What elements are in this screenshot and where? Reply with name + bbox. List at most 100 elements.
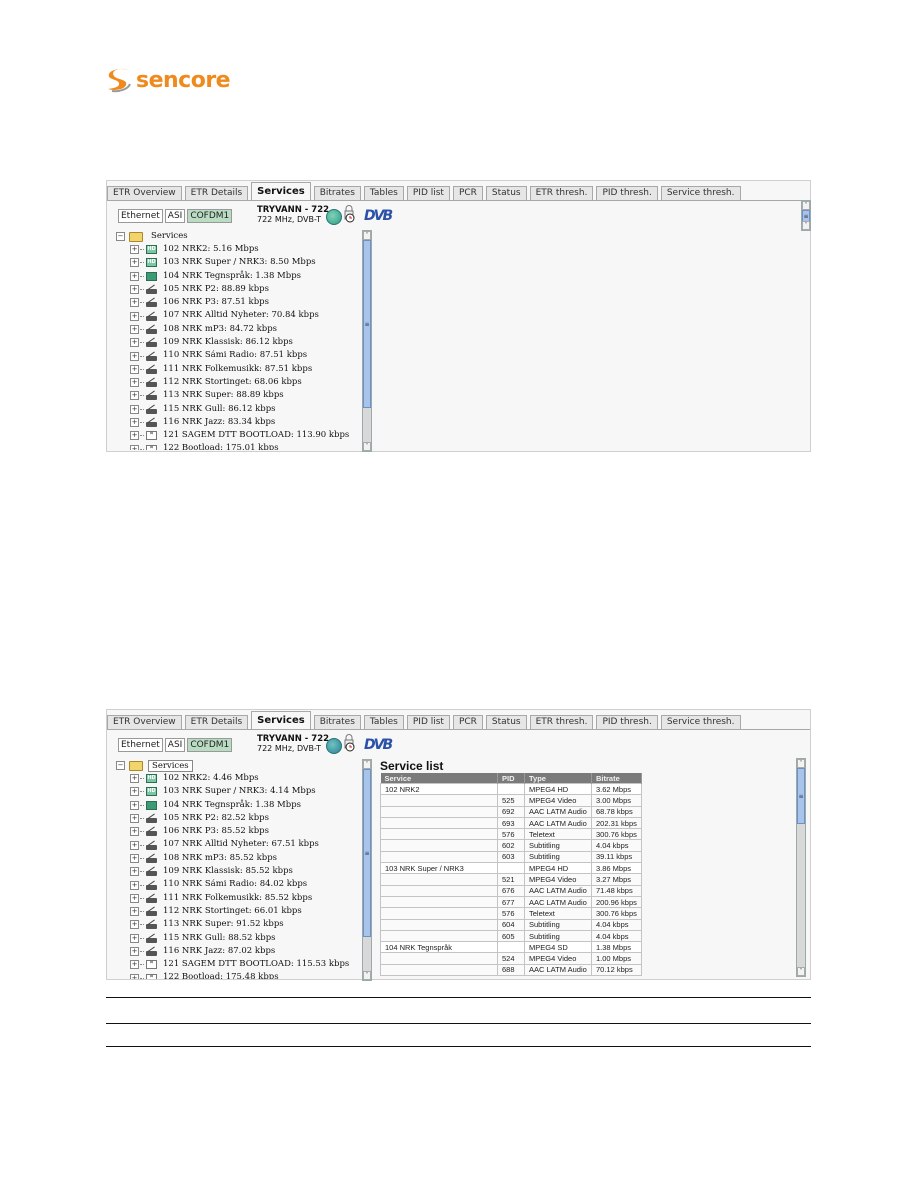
expand-icon[interactable]: + — [130, 391, 139, 401]
collapse-icon[interactable]: − — [116, 232, 125, 241]
expand-icon[interactable]: + — [130, 378, 139, 388]
tab-tables[interactable]: Tables — [363, 715, 404, 729]
column-header-type[interactable]: Type — [524, 773, 592, 784]
expand-icon[interactable]: + — [130, 880, 139, 890]
expand-icon[interactable]: + — [130, 827, 139, 837]
expand-icon[interactable]: + — [130, 933, 139, 943]
expand-icon[interactable]: + — [130, 418, 139, 427]
service-tree-item[interactable]: +112 NRK Stortinget: 68.06 kbps — [116, 376, 371, 389]
table-row[interactable]: 677 AAC LATM Audio 200.96 kbps — [380, 895, 642, 909]
tab-pid-thresh[interactable]: PID thresh. — [596, 186, 658, 200]
service-tree-item[interactable]: +105 NRK P2: 88.89 kbps — [116, 283, 371, 296]
service-tree-item[interactable]: +106 NRK P3: 87.51 kbps — [116, 296, 371, 309]
table-row[interactable]: 576 Teletext 300.76 kbps — [380, 907, 642, 920]
tab-status[interactable]: Status — [485, 715, 527, 729]
tab-bitrates[interactable]: Bitrates — [313, 715, 361, 729]
tab-etr-overview[interactable]: ETR Overview — [107, 186, 182, 200]
service-tree-item[interactable]: +112 NRK Stortinget: 66.01 kbps — [116, 905, 371, 918]
connection-button-ethernet[interactable]: Ethernet — [118, 738, 163, 752]
table-row[interactable]: 692 AAC LATM Audio 68.78 kbps — [380, 805, 642, 818]
expand-icon[interactable]: + — [130, 444, 139, 450]
table-row[interactable]: 103 NRK Super / NRK3 MPEG4 HD 3.86 Mbps — [380, 862, 642, 875]
column-header-bitrate[interactable]: Bitrate — [591, 773, 642, 784]
expand-icon[interactable]: + — [130, 920, 139, 930]
tab-etr-details[interactable]: ETR Details — [184, 186, 249, 200]
table-row[interactable]: 525 MPEG4 Video 3.00 Mbps — [380, 794, 642, 807]
scroll-thumb[interactable]: ≡ — [363, 769, 371, 937]
connection-button-ethernet[interactable]: Ethernet — [118, 209, 163, 223]
table-row[interactable]: 576 Teletext 300.76 kbps — [380, 828, 642, 841]
service-tree-item[interactable]: +115 NRK Gull: 88.52 kbps — [116, 932, 371, 945]
table-row[interactable]: 602 Subtitling 4.04 kbps — [380, 839, 642, 852]
expand-icon[interactable]: + — [130, 285, 139, 295]
table-row[interactable]: 604 Subtitling 4.04 kbps — [380, 918, 642, 931]
service-tree-item[interactable]: +116 NRK Jazz: 83.34 kbps — [116, 416, 371, 429]
connection-button-asi[interactable]: ASI — [164, 738, 186, 752]
tab-tables[interactable]: Tables — [363, 186, 404, 200]
tab-services[interactable]: Services — [251, 711, 311, 729]
scroll-down-icon[interactable]: ˅ — [802, 221, 810, 230]
expand-icon[interactable]: + — [130, 960, 139, 970]
collapse-icon[interactable]: − — [116, 761, 125, 770]
table-row[interactable]: 524 MPEG4 Video 1.00 Mbps — [380, 952, 642, 965]
expand-icon[interactable]: + — [130, 431, 139, 441]
tree-root[interactable]: − Services — [116, 230, 371, 243]
service-tree-item[interactable]: + HD 102 NRK2: 5.16 Mbps — [116, 243, 371, 256]
tree-scrollbar[interactable]: ˄ ≡ ˅ — [362, 759, 372, 981]
expand-icon[interactable]: + — [130, 324, 139, 334]
connection-button-cofdm1[interactable]: COFDM1 — [187, 209, 233, 223]
expand-icon[interactable]: + — [130, 311, 139, 321]
expand-icon[interactable]: + — [130, 338, 139, 348]
scroll-down-icon[interactable]: ˅ — [363, 442, 371, 451]
scroll-up-icon[interactable]: ˄ — [797, 759, 805, 768]
expand-icon[interactable]: + — [130, 351, 139, 361]
service-tree-item[interactable]: +109 NRK Klassisk: 85.52 kbps — [116, 865, 371, 878]
service-tree-item[interactable]: +111 NRK Folkemusikk: 87.51 kbps — [116, 363, 371, 376]
expand-icon[interactable]: + — [130, 404, 139, 414]
expand-icon[interactable]: + — [130, 800, 139, 810]
table-row[interactable]: 603 Subtitling 39.11 kbps — [380, 850, 642, 864]
expand-icon[interactable]: + — [130, 245, 139, 255]
connection-button-asi[interactable]: ASI — [164, 209, 186, 223]
service-tree-item[interactable]: + ⌗ 122 Bootload: 175.48 kbps — [116, 971, 371, 979]
expand-icon[interactable]: + — [130, 298, 139, 308]
service-tree-item[interactable]: +104 NRK Tegnspråk: 1.38 Mbps — [116, 799, 371, 812]
tab-pcr[interactable]: PCR — [452, 186, 483, 200]
right-pane-scrollbar[interactable]: ˄ ≡ ˅ — [801, 200, 811, 231]
tree-root[interactable]: − Services — [116, 759, 371, 772]
tab-status[interactable]: Status — [485, 186, 527, 200]
tab-pcr[interactable]: PCR — [452, 715, 483, 729]
expand-icon[interactable]: + — [130, 258, 139, 268]
service-tree-item[interactable]: + ⌗ 121 SAGEM DTT BOOTLOAD: 113.90 kbps — [116, 429, 371, 442]
tab-pid-list[interactable]: PID list — [406, 186, 450, 200]
expand-icon[interactable]: + — [130, 973, 139, 979]
service-tree-item[interactable]: + ⌗ 121 SAGEM DTT BOOTLOAD: 115.53 kbps — [116, 958, 371, 971]
expand-icon[interactable]: + — [130, 947, 139, 956]
column-header-pid[interactable]: PID — [497, 773, 525, 784]
service-tree-item[interactable]: +108 NRK mP3: 85.52 kbps — [116, 852, 371, 865]
expand-icon[interactable]: + — [130, 840, 139, 850]
service-tree-item[interactable]: +115 NRK Gull: 86.12 kbps — [116, 403, 371, 416]
scroll-down-icon[interactable]: ˅ — [363, 971, 371, 980]
scroll-up-icon[interactable]: ˄ — [802, 201, 810, 210]
service-tree-item[interactable]: +113 NRK Super: 91.52 kbps — [116, 918, 371, 931]
table-row[interactable]: 693 AAC LATM Audio 202.31 kbps — [380, 816, 642, 830]
table-row[interactable]: 676 AAC LATM Audio 71.48 kbps — [380, 884, 642, 897]
service-tree-item[interactable]: +107 NRK Alltid Nyheter: 70.84 kbps — [116, 309, 371, 322]
scroll-thumb[interactable]: ≡ — [797, 768, 805, 824]
service-tree-item[interactable]: +105 NRK P2: 82.52 kbps — [116, 812, 371, 825]
tab-pid-thresh[interactable]: PID thresh. — [596, 715, 658, 729]
service-tree-item[interactable]: +104 NRK Tegnspråk: 1.38 Mbps — [116, 270, 371, 283]
tab-etr-overview[interactable]: ETR Overview — [107, 715, 182, 729]
connection-button-cofdm1[interactable]: COFDM1 — [187, 738, 233, 752]
service-tree-item[interactable]: +107 NRK Alltid Nyheter: 67.51 kbps — [116, 838, 371, 851]
service-tree-item[interactable]: +111 NRK Folkemusikk: 85.52 kbps — [116, 892, 371, 905]
table-row[interactable]: 104 NRK Tegnspråk MPEG4 SD 1.38 Mbps — [380, 941, 642, 954]
service-list-scrollbar[interactable]: ˄ ≡ ˅ — [796, 758, 806, 977]
service-tree-item[interactable]: + HD 102 NRK2: 4.46 Mbps — [116, 772, 371, 785]
table-row[interactable]: 102 NRK2 MPEG4 HD 3.62 Mbps — [380, 782, 642, 796]
scroll-up-icon[interactable]: ˄ — [363, 231, 371, 240]
service-tree-item[interactable]: +113 NRK Super: 88.89 kbps — [116, 389, 371, 402]
expand-icon[interactable]: + — [130, 271, 139, 281]
tab-etr-thresh[interactable]: ETR thresh. — [529, 715, 594, 729]
